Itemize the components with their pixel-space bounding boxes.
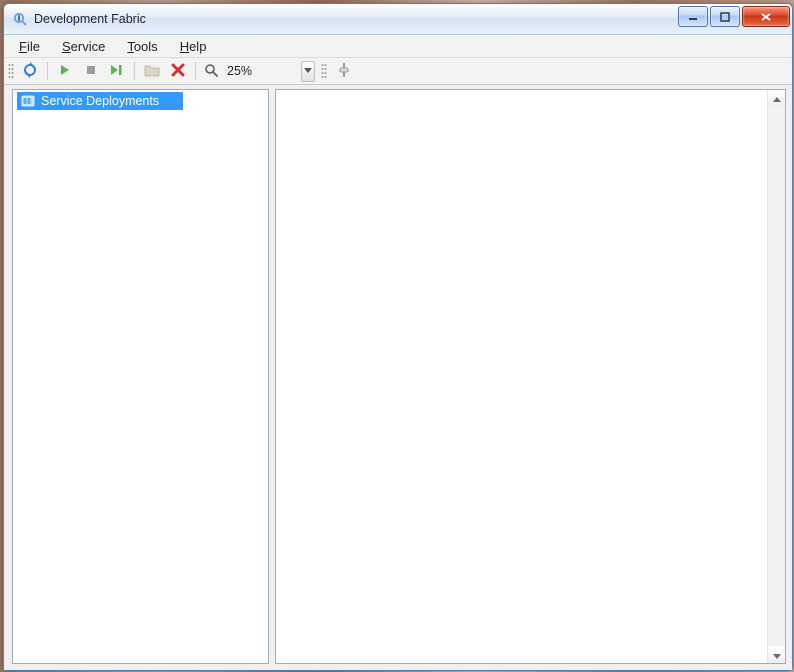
- zoom-dropdown-button[interactable]: [301, 61, 315, 82]
- zoom-combo: [225, 61, 315, 82]
- stop-button[interactable]: [79, 59, 103, 83]
- content-area[interactable]: [276, 90, 767, 663]
- tree-item-label: Service Deployments: [41, 94, 159, 108]
- play-step-icon: [110, 64, 124, 79]
- toolbar-separator: [47, 62, 48, 80]
- chevron-down-icon: [773, 648, 781, 662]
- toolbar-grip-icon[interactable]: [8, 62, 14, 80]
- menubar: File Service Tools Help: [4, 35, 792, 58]
- delete-button[interactable]: [166, 59, 190, 83]
- magnifier-icon: [204, 63, 218, 80]
- minimize-button[interactable]: [678, 6, 708, 27]
- menu-tools[interactable]: Tools: [118, 37, 166, 56]
- scroll-up-button[interactable]: [768, 90, 785, 107]
- refresh-button[interactable]: [18, 59, 42, 83]
- toolbar-separator: [195, 62, 196, 80]
- menu-file[interactable]: File: [10, 37, 49, 56]
- vertical-scrollbar[interactable]: [767, 90, 785, 663]
- zoom-button[interactable]: [201, 59, 221, 83]
- client-area: Service Deployments: [4, 85, 792, 670]
- refresh-icon: [22, 62, 38, 81]
- menu-service[interactable]: Service: [53, 37, 114, 56]
- desktop-background: Development Fabric File Service: [0, 0, 794, 672]
- close-button[interactable]: [742, 6, 790, 27]
- window-buttons: [678, 6, 790, 27]
- menu-label: Help: [180, 39, 207, 54]
- zoom-input[interactable]: [225, 62, 297, 81]
- toolbar-grip-icon[interactable]: [321, 62, 327, 80]
- run-button[interactable]: [53, 59, 77, 83]
- service-tree[interactable]: Service Deployments: [13, 90, 268, 112]
- open-folder-button[interactable]: [140, 59, 164, 83]
- folder-icon: [144, 63, 160, 80]
- toolbar-separator: [134, 62, 135, 80]
- menu-label: File: [19, 39, 40, 54]
- tree-panel: Service Deployments: [12, 89, 269, 664]
- chevron-down-icon: [304, 68, 312, 74]
- menu-help[interactable]: Help: [171, 37, 216, 56]
- stop-icon: [85, 64, 97, 79]
- menu-label: Tools: [127, 39, 157, 54]
- toolbar: [4, 58, 792, 85]
- window-title: Development Fabric: [34, 12, 146, 26]
- tree-item-root[interactable]: Service Deployments: [17, 92, 183, 110]
- app-window: Development Fabric File Service: [3, 3, 793, 671]
- step-button[interactable]: [105, 59, 129, 83]
- zoom-slider-button[interactable]: [337, 62, 351, 80]
- services-icon: [21, 94, 35, 108]
- play-icon: [59, 64, 71, 79]
- content-panel: [275, 89, 786, 664]
- titlebar[interactable]: Development Fabric: [4, 4, 792, 35]
- menu-label: Service: [62, 39, 105, 54]
- slider-icon: [338, 62, 350, 81]
- delete-icon: [171, 63, 185, 80]
- chevron-up-icon: [773, 92, 781, 106]
- scroll-down-button[interactable]: [768, 646, 785, 663]
- app-icon: [12, 11, 28, 27]
- maximize-button[interactable]: [710, 6, 740, 27]
